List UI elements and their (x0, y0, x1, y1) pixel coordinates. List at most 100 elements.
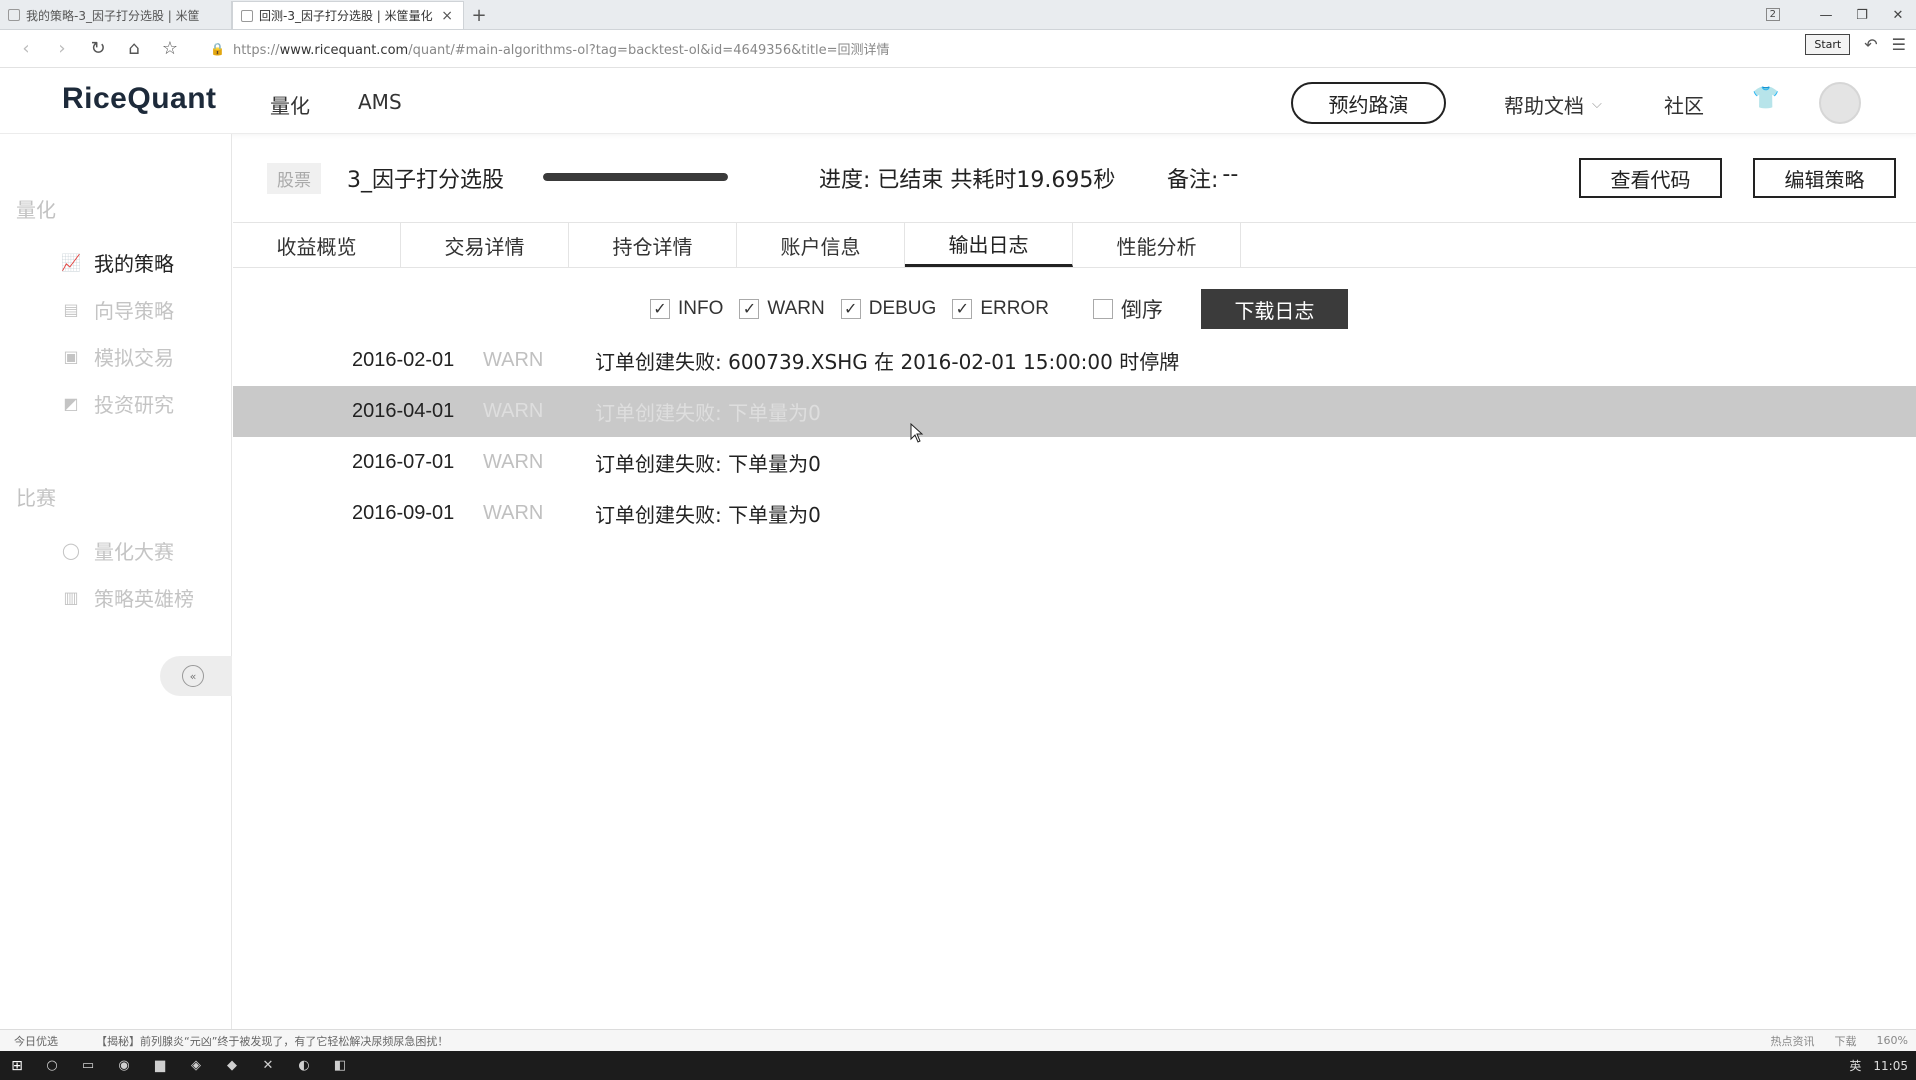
download-link[interactable]: 下载 (1835, 1033, 1857, 1049)
sidebar-item[interactable]: ▤ 向导策略 (60, 295, 174, 324)
chevron-down-icon: ⌵ (1592, 97, 1602, 112)
filter-error-checkbox[interactable]: ✓ ERROR (952, 298, 1049, 320)
log-filters: ✓ INFO ✓ WARN ✓ DEBUG ✓ ERROR 倒序 下载日志 (650, 289, 1348, 329)
backtest-info-bar: 股票 3_因子打分选股 进度: 已结束 共耗时19.695秒 备注: -- 查看… (233, 134, 1916, 222)
help-docs-menu[interactable]: 帮助文档 ⌵ (1504, 90, 1602, 119)
research-icon: ◩ (63, 394, 79, 413)
url-field[interactable]: 🔒 https://www.ricequant.com/quant/#main-… (210, 39, 890, 59)
main-nav: 量化 AMS (270, 90, 402, 119)
ricequant-logo[interactable]: RiceQuant (62, 82, 217, 116)
bookmark-star-icon[interactable]: ☆ (152, 34, 188, 64)
windows-start-icon[interactable]: ⊞ (0, 1058, 34, 1074)
checkbox-checked[interactable]: ✓ (952, 299, 973, 319)
app-icon[interactable]: ◆ (214, 1058, 250, 1073)
menu-icon[interactable]: ☰ (1892, 35, 1906, 54)
log-msg: 订单创建失败: 下单量为0 (595, 401, 821, 425)
nav-quant[interactable]: 量化 (270, 90, 310, 119)
app-icon[interactable]: ✕ (250, 1058, 286, 1073)
reload-icon[interactable]: ↻ (80, 34, 116, 64)
reverse-order-checkbox[interactable]: 倒序 (1092, 294, 1163, 324)
checkbox-checked[interactable]: ✓ (840, 299, 861, 319)
checkbox-unchecked[interactable] (1092, 299, 1113, 319)
today-picks[interactable]: 今日优选 (14, 1033, 58, 1049)
forward-icon[interactable]: › (44, 34, 80, 64)
minimize-icon[interactable]: — (1808, 8, 1844, 23)
tab[interactable]: 账户信息 (737, 223, 905, 267)
book-roadshow-button[interactable]: 预约路演 (1291, 82, 1446, 124)
sidebar-item[interactable]: ◯ 量化大赛 (60, 536, 174, 565)
log-row: 2016-07-01 WARN 订单创建失败: 下单量为0 (233, 437, 1916, 488)
app-icon[interactable]: ◈ (178, 1058, 214, 1073)
chart-icon: 📈 (61, 253, 81, 272)
site-header: RiceQuant 量化 AMS 预约路演 帮助文档 ⌵ 社区 👕 (0, 68, 1916, 134)
filter-debug-checkbox[interactable]: ✓ DEBUG (840, 298, 936, 320)
sidebar-item[interactable]: ▣ 模拟交易 (60, 342, 174, 371)
browser-status-bar: 今日优选 【揭秘】前列腺炎“元凶”终于被发现了，有了它轻松解决尿频尿急困扰！ 热… (0, 1029, 1916, 1051)
tab[interactable]: 交易详情 (401, 223, 569, 267)
log-date: 2016-02-01 (352, 349, 455, 371)
bulb-icon: ◯ (62, 541, 80, 560)
sidebar-item-label: 策略英雄榜 (94, 587, 194, 611)
home-icon[interactable]: ⌂ (116, 34, 152, 64)
sidebar-item-label: 模拟交易 (94, 346, 174, 370)
sidebar-item-label: 投资研究 (94, 393, 174, 417)
sidebar-item-label: 量化大赛 (94, 540, 174, 564)
edit-strategy-button[interactable]: 编辑策略 (1753, 158, 1896, 198)
asset-type-badge: 股票 (267, 163, 321, 194)
new-tab-button[interactable]: + (464, 1, 494, 29)
view-code-button[interactable]: 查看代码 (1579, 158, 1722, 198)
tab[interactable]: 性能分析 (1073, 223, 1241, 267)
app-icon[interactable]: ◐ (286, 1058, 322, 1073)
close-window-icon[interactable]: ✕ (1880, 8, 1916, 23)
zoom-level[interactable]: 160% (1877, 1034, 1908, 1047)
folder-icon[interactable]: ▆ (142, 1058, 178, 1073)
sidebar-section-contest: 比赛 (16, 486, 56, 510)
sidebar-item[interactable]: ▥ 策略英雄榜 (60, 583, 194, 612)
news-ticker[interactable]: 【揭秘】前列腺炎“元凶”终于被发现了，有了它轻松解决尿频尿急困扰！ (96, 1033, 448, 1049)
strategy-name: 3_因子打分选股 (347, 168, 504, 193)
log-msg: 订单创建失败: 下单量为0 (595, 503, 821, 527)
progress-fill (543, 173, 728, 181)
checkbox-checked[interactable]: ✓ (739, 299, 760, 319)
tab[interactable]: 输出日志 (905, 223, 1073, 267)
tab-count-badge: 2 (1765, 8, 1780, 21)
shirt-icon[interactable]: 👕 (1752, 86, 1779, 111)
checkbox-checked[interactable]: ✓ (650, 299, 670, 319)
filter-info-checkbox[interactable]: ✓ INFO (650, 298, 723, 320)
log-row: 2016-04-01 WARN 订单创建失败: 下单量为0 (233, 386, 1916, 437)
app-icon[interactable]: ◧ (322, 1058, 358, 1073)
log-date: 2016-09-01 (352, 502, 455, 524)
undo-icon[interactable]: ↶ (1864, 35, 1877, 54)
sidebar-section-quant: 量化 (16, 198, 56, 222)
log-row: 2016-09-01 WARN 订单创建失败: 下单量为0 (233, 488, 1916, 539)
sidebar-item[interactable]: 📈 我的策略 (60, 248, 174, 277)
community-link[interactable]: 社区 (1664, 90, 1704, 119)
ime-indicator[interactable]: 英 (1849, 1057, 1861, 1074)
task-view-icon[interactable]: ▭ (70, 1058, 106, 1073)
sidebar-item[interactable]: ◩ 投资研究 (60, 389, 174, 418)
filter-warn-checkbox[interactable]: ✓ WARN (739, 298, 825, 320)
collapse-sidebar-button[interactable]: « (160, 656, 232, 696)
search-icon[interactable]: ○ (34, 1058, 70, 1073)
progress-status: 进度: 已结束 共耗时19.695秒 (819, 168, 1116, 193)
browser-tab-strategy[interactable]: 我的策略-3_因子打分选股 | 米筐 (0, 1, 232, 29)
nav-ams[interactable]: AMS (358, 90, 402, 119)
hot-news-link[interactable]: 热点资讯 (1771, 1033, 1815, 1049)
left-sidebar: 量化 📈 我的策略 ▤ 向导策略 ▣ 模拟交易 ◩ 投资研究 比赛 ◯ 量化大赛 ▥ 策略英雄榜 « (0, 134, 232, 1029)
browser-tab-backtest[interactable]: 回测-3_因子打分选股 | 米筐量化 × (232, 1, 464, 29)
log-row: 2016-02-01 WARN 订单创建失败: 600739.XSHG 在 2016… (233, 335, 1916, 386)
tab[interactable]: 持仓详情 (569, 223, 737, 267)
close-tab-icon[interactable]: × (441, 8, 453, 24)
collapse-icon: « (182, 665, 204, 687)
mouse-cursor-icon (910, 423, 924, 443)
tab[interactable]: 收益概览 (233, 223, 401, 267)
progress-bar (543, 173, 728, 181)
window-controls: — ❐ ✕ (1808, 0, 1916, 30)
lock-icon: 🔒 (210, 41, 225, 56)
download-log-button[interactable]: 下载日志 (1200, 289, 1348, 329)
log-date: 2016-07-01 (352, 451, 455, 473)
user-avatar[interactable] (1819, 82, 1861, 124)
app-icon[interactable]: ◉ (106, 1058, 142, 1073)
restore-icon[interactable]: ❐ (1844, 8, 1880, 23)
back-icon[interactable]: ‹ (8, 34, 44, 64)
